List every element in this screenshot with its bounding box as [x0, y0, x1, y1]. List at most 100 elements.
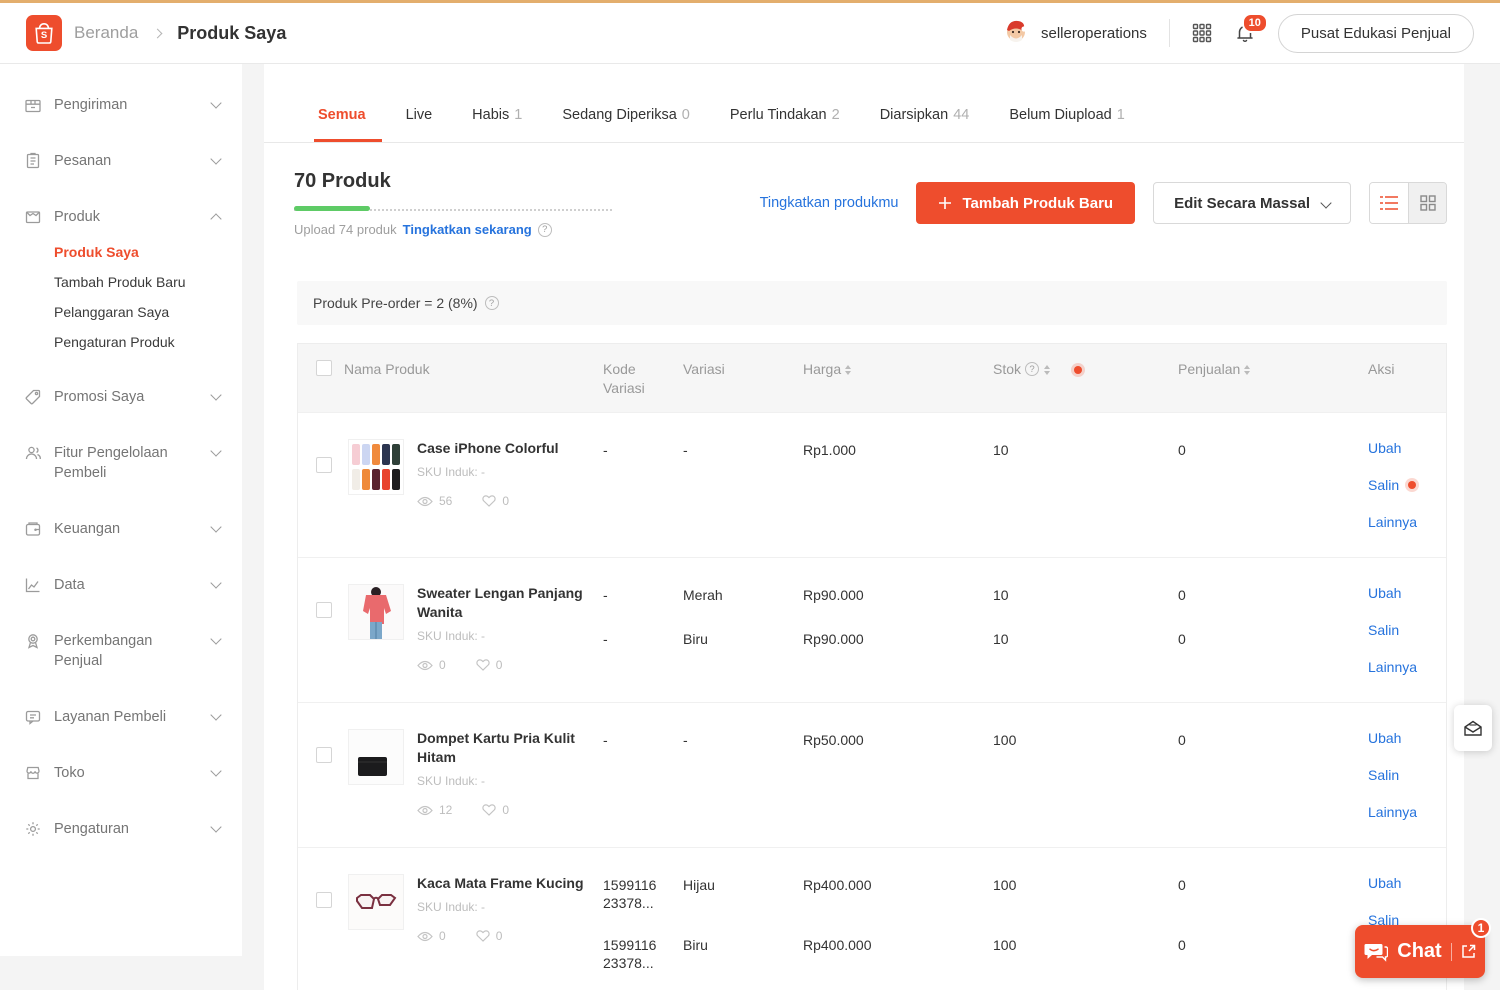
help-icon[interactable]: [538, 223, 552, 237]
tab-belum-diupload[interactable]: Belum Diupload1: [1009, 88, 1124, 142]
ubah-link[interactable]: Ubah: [1368, 730, 1446, 746]
chevron-right-icon: [153, 28, 163, 38]
lainnya-link[interactable]: Lainnya: [1368, 659, 1446, 675]
product-sku: SKU Induk: -: [417, 465, 559, 479]
chevron-down-icon: [210, 709, 221, 720]
row-checkbox[interactable]: [316, 747, 332, 763]
sidebar-item-pesanan[interactable]: Pesanan: [0, 151, 242, 171]
select-all-checkbox[interactable]: [316, 360, 332, 376]
row-checkbox[interactable]: [316, 892, 332, 908]
sidebar-item-pengaturan[interactable]: Pengaturan: [0, 819, 242, 839]
stok-value: 10: [993, 413, 1178, 557]
table-row: Kaca Mata Frame Kucing SKU Induk: - 0 0 …: [298, 847, 1446, 990]
tab-semua[interactable]: Semua: [318, 88, 366, 142]
product-count-title: 70 Produk: [294, 170, 612, 193]
product-status-tabs: Semua Live Habis1 Sedang Diperiksa0 Perl…: [264, 88, 1464, 143]
row-checkbox[interactable]: [316, 602, 332, 618]
user-menu[interactable]: selleroperations: [1001, 16, 1147, 50]
shipping-box-icon: [24, 96, 42, 114]
stok-value: 100: [993, 703, 1178, 847]
notifications-bell-icon[interactable]: 10: [1234, 22, 1256, 44]
chevron-down-icon: [210, 153, 221, 164]
stok-values: 100 100: [993, 848, 1178, 990]
chevron-down-icon: [210, 577, 221, 588]
medal-icon: [24, 632, 42, 650]
produk-submenu: Produk Saya Tambah Produk Baru Pelanggar…: [0, 237, 242, 357]
sidebar-item-data[interactable]: Data: [0, 575, 242, 595]
chevron-down-icon: [210, 633, 221, 644]
sidebar-item-pelanggaran-saya[interactable]: Pelanggaran Saya: [54, 297, 242, 327]
chevron-down-icon: [210, 97, 221, 108]
chevron-down-icon: [210, 821, 221, 832]
breadcrumb: S Beranda Produk Saya: [26, 15, 286, 51]
sidebar-item-pengaturan-produk[interactable]: Pengaturan Produk: [54, 327, 242, 357]
penjualan-values: 0 0: [1178, 558, 1368, 702]
add-product-button[interactable]: Tambah Produk Baru: [916, 182, 1135, 224]
breadcrumb-home[interactable]: Beranda: [74, 23, 138, 43]
tab-diarsipkan[interactable]: Diarsipkan44: [880, 88, 970, 142]
tab-habis[interactable]: Habis1: [472, 88, 522, 142]
education-center-button[interactable]: Pusat Edukasi Penjual: [1278, 14, 1474, 53]
gear-icon: [24, 820, 42, 838]
help-icon[interactable]: [1025, 362, 1039, 376]
product-name[interactable]: Dompet Kartu Pria Kulit Hitam: [417, 729, 585, 767]
feedback-mail-widget[interactable]: [1454, 705, 1492, 751]
salin-link[interactable]: Salin: [1368, 767, 1446, 783]
tab-perlu-tindakan[interactable]: Perlu Tindakan2: [730, 88, 840, 142]
sidebar-item-pengiriman[interactable]: Pengiriman: [0, 95, 242, 115]
tab-live[interactable]: Live: [406, 88, 433, 142]
kode-variasi-values: - -: [603, 558, 683, 702]
salin-link[interactable]: Salin: [1368, 622, 1446, 638]
sidebar-item-layanan-pembeli[interactable]: Layanan Pembeli: [0, 707, 242, 727]
views-icon: [417, 805, 433, 816]
views-icon: [417, 496, 433, 507]
help-icon[interactable]: [485, 296, 499, 310]
sort-stok-icon[interactable]: [1044, 365, 1050, 375]
sidebar-item-produk[interactable]: Produk: [0, 207, 242, 227]
likes-count: 0: [502, 494, 509, 508]
sidebar-item-tambah-produk-baru[interactable]: Tambah Produk Baru: [54, 267, 242, 297]
views-count: 0: [439, 658, 446, 672]
row-checkbox[interactable]: [316, 457, 332, 473]
variasi-value: -: [683, 413, 803, 557]
sidebar-item-keuangan[interactable]: Keuangan: [0, 519, 242, 539]
shopee-logo-icon[interactable]: S: [26, 15, 62, 51]
salin-link[interactable]: Salin: [1368, 477, 1399, 493]
bulk-edit-button[interactable]: Edit Secara Massal: [1153, 182, 1351, 224]
sidebar-item-perkembangan-penjual[interactable]: Perkembangan Penjual: [0, 631, 242, 671]
product-sku: SKU Induk: -: [417, 774, 585, 788]
list-view-button[interactable]: [1370, 183, 1408, 223]
ubah-link[interactable]: Ubah: [1368, 585, 1446, 601]
tab-sedang-diperiksa[interactable]: Sedang Diperiksa0: [562, 88, 690, 142]
upload-progress-bar: [294, 206, 612, 211]
harga-value: Rp1.000: [803, 413, 993, 557]
chevron-up-icon: [210, 213, 221, 224]
store-icon: [24, 764, 42, 782]
apps-grid-icon[interactable]: [1192, 23, 1212, 43]
product-name[interactable]: Kaca Mata Frame Kucing: [417, 874, 584, 893]
sidebar-item-toko[interactable]: Toko: [0, 763, 242, 783]
penjualan-values: 0 0: [1178, 848, 1368, 990]
boost-products-link[interactable]: Tingkatkan produkmu: [760, 195, 899, 211]
lainnya-link[interactable]: Lainnya: [1368, 514, 1446, 530]
chat-button[interactable]: Chat 1: [1355, 925, 1485, 978]
grid-view-button[interactable]: [1408, 183, 1446, 223]
product-name[interactable]: Case iPhone Colorful: [417, 439, 559, 458]
chat-unread-badge: 1: [1471, 918, 1491, 938]
sidebar-item-promosi-saya[interactable]: Promosi Saya: [0, 387, 242, 407]
lainnya-link[interactable]: Lainnya: [1368, 804, 1446, 820]
likes-icon: [482, 495, 496, 507]
kode-variasi-values: 159911623378... 159911623378...: [603, 848, 683, 990]
sidebar-item-produk-saya[interactable]: Produk Saya: [54, 237, 242, 267]
likes-icon: [476, 930, 490, 942]
kode-variasi-value: -: [603, 413, 683, 557]
product-name[interactable]: Sweater Lengan Panjang Wanita: [417, 584, 585, 622]
sort-penjualan-icon[interactable]: [1244, 365, 1250, 375]
upload-quota-text: Upload 74 produk: [294, 222, 397, 237]
ubah-link[interactable]: Ubah: [1368, 440, 1446, 456]
upgrade-now-link[interactable]: Tingkatkan sekarang: [403, 222, 532, 237]
likes-icon: [482, 804, 496, 816]
sort-harga-icon[interactable]: [845, 365, 851, 375]
ubah-link[interactable]: Ubah: [1368, 875, 1446, 891]
sidebar-item-fitur-pengelolaan-pembeli[interactable]: Fitur Pengelolaan Pembeli: [0, 443, 242, 483]
